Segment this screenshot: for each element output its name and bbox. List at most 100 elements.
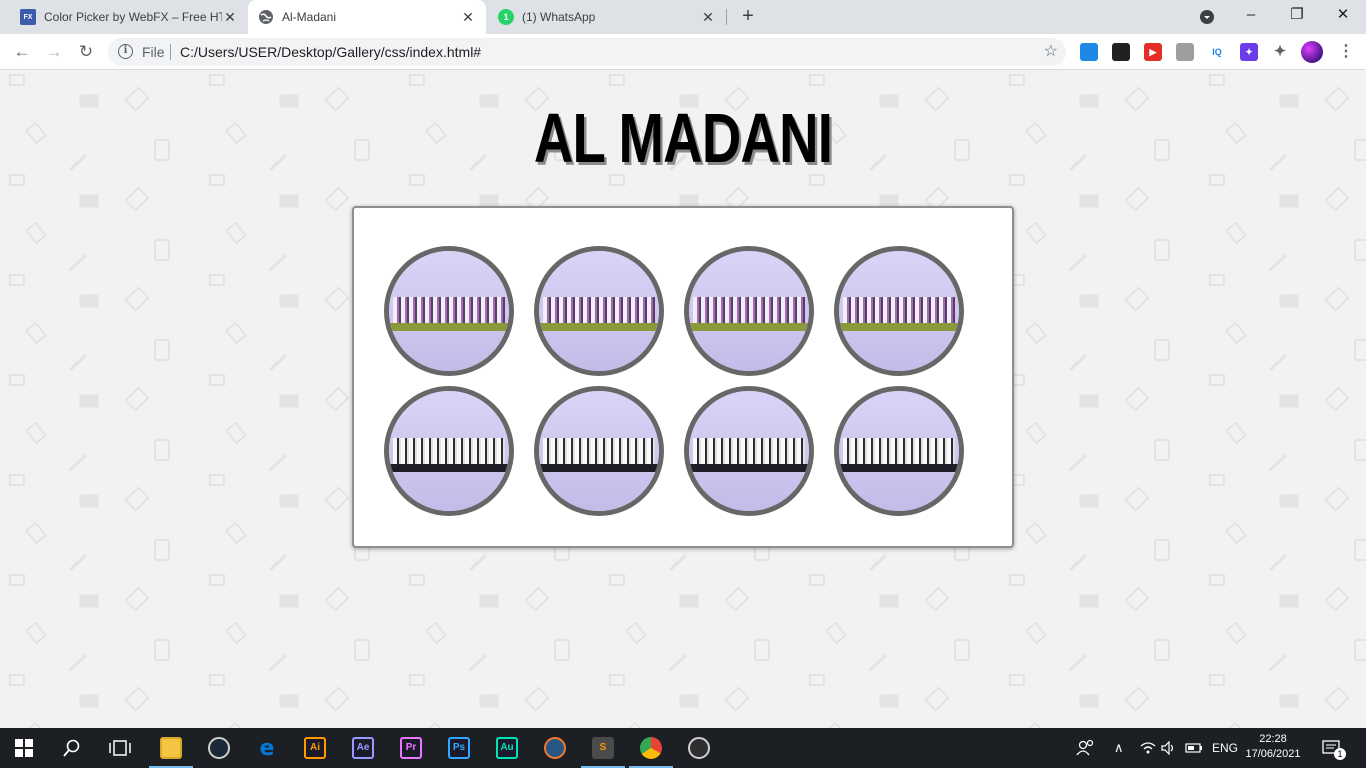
photo-ground [389,323,509,331]
sublime-text-icon: S [592,737,614,759]
youtube-extension-icon[interactable]: ▶ [1144,43,1162,61]
gallery-image[interactable] [534,386,664,516]
tray-chevron-up-icon[interactable]: ∧ [1114,728,1124,768]
photo-ground [539,464,659,472]
blender-icon [544,737,566,759]
gallery-image[interactable] [684,386,814,516]
photo-group [543,297,655,323]
close-tab-icon[interactable]: ✕ [222,9,238,26]
volume-icon[interactable] [1161,728,1177,768]
photo-group [393,297,505,323]
iq-extension-icon[interactable]: IQ [1208,43,1226,61]
file-explorer-icon [160,737,182,759]
box-extension-icon[interactable] [1080,43,1098,61]
windows-logo-icon [15,739,33,757]
tab-search-icon [1200,10,1214,24]
gallery-image[interactable] [684,246,814,376]
after-effects-taskbar-button[interactable]: Ae [339,728,387,768]
photo-ground [839,464,959,472]
photoshop-taskbar-button[interactable]: Ps [435,728,483,768]
tab-title: (1) WhatsApp [522,10,596,24]
photo-group [393,438,505,464]
info-icon[interactable]: i [118,44,133,59]
tab-strip: FX Color Picker by WebFX – Free HT ✕ Al-… [0,0,1366,34]
restore-button[interactable]: ❐ [1274,0,1320,34]
tab-title: Color Picker by WebFX – Free HT [44,10,222,24]
scheme-label: File [142,44,165,60]
clock-time: 22:28 [1259,733,1287,745]
search-button[interactable] [48,728,96,768]
browser-toolbar: ← → ↻ i File C:/Users/USER/Desktop/Galle… [0,34,1366,70]
photo-group [843,297,955,323]
clock-date: 17/06/2021 [1245,748,1301,760]
address-bar[interactable]: i File C:/Users/USER/Desktop/Gallery/css… [108,38,1066,66]
file-explorer-taskbar-button[interactable] [147,728,195,768]
close-window-button[interactable]: ✕ [1320,0,1366,34]
webfx-favicon-icon: FX [20,9,36,25]
people-icon[interactable] [1076,728,1096,768]
task-view-button[interactable] [96,728,144,768]
action-center-button[interactable]: 1 [1322,728,1346,768]
globe-icon [258,9,274,25]
cube-extension-icon[interactable] [1112,43,1130,61]
battery-icon[interactable] [1185,728,1203,768]
audition-icon: Au [496,737,518,759]
photo-ground [539,323,659,331]
search-icon [63,739,80,757]
photo-group [693,438,805,464]
tab-color-picker[interactable]: FX Color Picker by WebFX – Free HT ✕ [10,0,248,34]
task-view-icon [109,740,131,756]
tab-title: Al-Madani [282,10,337,24]
gallery-card [352,206,1014,548]
tab-search-button[interactable] [1184,0,1230,34]
profile-avatar[interactable] [1301,41,1323,63]
illustrator-taskbar-button[interactable]: Ai [291,728,339,768]
start-button[interactable] [0,728,48,768]
gallery-image[interactable] [834,386,964,516]
photo-group [693,297,805,323]
gallery-image[interactable] [384,246,514,376]
reload-button[interactable]: ↻ [74,40,98,64]
obs-taskbar-button[interactable] [675,728,723,768]
photoshop-icon: Ps [448,737,470,759]
blender-taskbar-button[interactable] [531,728,579,768]
steam-taskbar-button[interactable] [195,728,243,768]
close-tab-icon[interactable]: ✕ [460,9,476,26]
illustrator-icon: Ai [304,737,326,759]
notification-count: 1 [1334,748,1346,760]
chrome-menu-icon[interactable]: ⋮ [1338,42,1354,62]
tab-al-madani[interactable]: Al-Madani ✕ [248,0,486,34]
gallery-image[interactable] [384,386,514,516]
page-title: AL MADANI [533,99,833,177]
audition-taskbar-button[interactable]: Au [483,728,531,768]
tab-divider [726,9,727,25]
minimize-button[interactable]: – [1228,0,1274,34]
back-button[interactable]: ← [10,40,34,64]
star-extension-icon[interactable]: ✦ [1240,43,1258,61]
edge-taskbar-button[interactable]: e [243,728,291,768]
after-effects-icon: Ae [352,737,374,759]
new-tab-button[interactable]: + [738,6,758,28]
extensions-puzzle-icon[interactable]: ✦ [1271,43,1289,61]
close-tab-icon[interactable]: ✕ [700,9,716,26]
language-indicator[interactable]: ENG [1212,728,1238,768]
photo-group [843,438,955,464]
clock[interactable]: 22:28 17/06/2021 [1240,732,1306,762]
premiere-taskbar-button[interactable]: Pr [387,728,435,768]
tab-whatsapp[interactable]: 1 (1) WhatsApp ✕ [488,0,726,34]
chrome-icon [640,737,662,759]
wifi-icon[interactable] [1140,728,1156,768]
bookmark-star-icon[interactable]: ☆ [1044,41,1058,61]
premiere-icon: Pr [400,737,422,759]
photo-group [543,438,655,464]
chat-extension-icon[interactable] [1176,43,1194,61]
edge-icon: e [259,736,275,761]
gallery-image[interactable] [534,246,664,376]
steam-icon [208,737,230,759]
photo-ground [839,323,959,331]
gallery-image[interactable] [834,246,964,376]
sublime-text-taskbar-button[interactable]: S [579,728,627,768]
forward-button[interactable]: → [42,40,66,64]
chrome-taskbar-button[interactable] [627,728,675,768]
url-text[interactable]: C:/Users/USER/Desktop/Gallery/css/index.… [180,44,481,60]
